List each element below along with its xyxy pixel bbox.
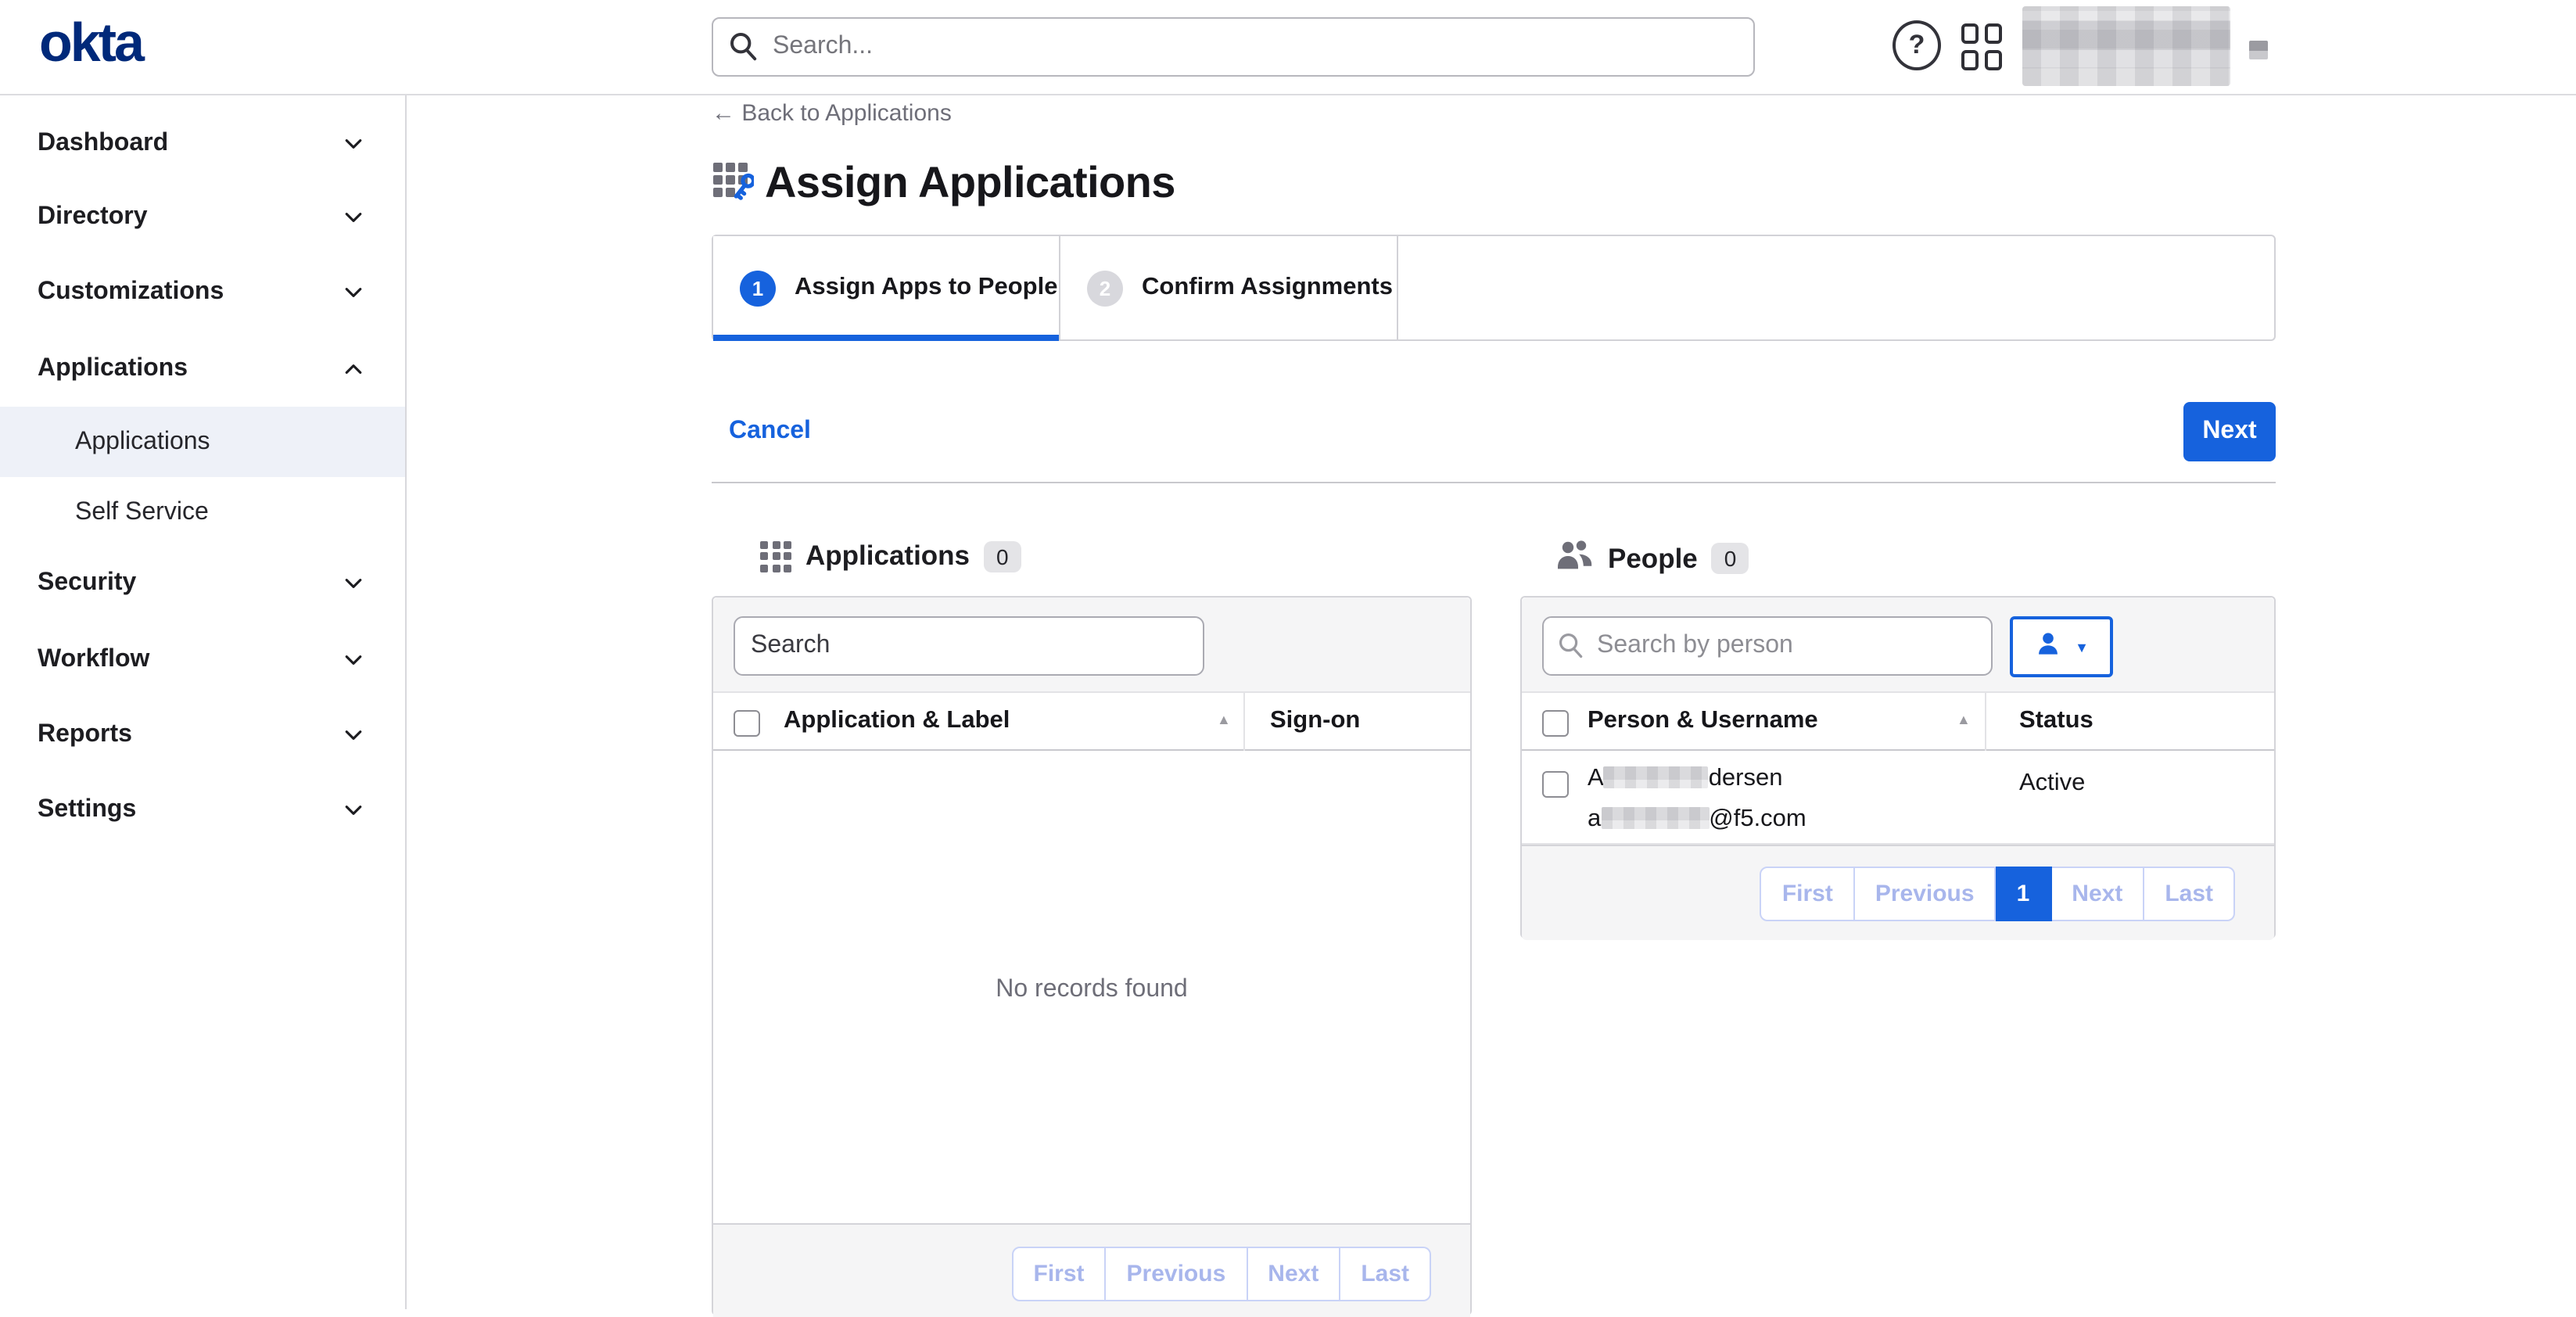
caret-down-icon: ▼ [2075, 639, 2089, 655]
app-switcher-icon[interactable] [1961, 23, 2005, 70]
people-search [1542, 616, 1993, 676]
page-title-row: Assign Applications [712, 158, 1175, 208]
chevron-down-icon [343, 282, 364, 311]
pagination-first-button[interactable]: First [1760, 867, 1855, 921]
sidebar-subitem-self-service[interactable]: Self Service [0, 477, 405, 547]
tab-confirm-assignments[interactable]: 2 Confirm Assignments [1060, 236, 1398, 339]
step-1-badge: 1 [740, 270, 776, 306]
pagination-next-button[interactable]: Next [1247, 1247, 1340, 1301]
page-title: Assign Applications [765, 158, 1175, 208]
people-count-badge: 0 [1712, 543, 1749, 574]
chevron-up-icon [343, 358, 364, 388]
sidebar-item-reports[interactable]: Reports [0, 698, 405, 773]
sort-ascending-icon[interactable]: ▲ [1957, 712, 1971, 727]
pagination-first-button[interactable]: First [1012, 1247, 1107, 1301]
chevron-down-icon [343, 206, 364, 236]
pagination-previous-button[interactable]: Previous [1855, 867, 1997, 921]
assign-applications-icon [712, 158, 754, 208]
redacted-name-segment [1604, 766, 1709, 788]
people-panel: ▼ Person & Username ▲ Status Adersen a@f… [1520, 596, 2276, 938]
chevron-down-icon [343, 649, 364, 679]
people-filter-dropdown[interactable]: ▼ [2010, 616, 2113, 677]
sidebar-item-customizations[interactable]: Customizations [0, 255, 405, 330]
sidebar-item-workflow[interactable]: Workflow [0, 623, 405, 698]
applications-search-strip [713, 597, 1470, 693]
people-select-all-checkbox[interactable] [1542, 710, 1569, 737]
search-icon [729, 31, 759, 69]
chevron-down-icon [343, 799, 364, 829]
redacted-username-segment [1601, 807, 1709, 829]
global-search [712, 17, 1755, 77]
global-search-input[interactable] [712, 17, 1755, 77]
people-icon [1556, 538, 1594, 579]
people-search-strip: ▼ [1522, 597, 2274, 693]
sidebar-item-directory[interactable]: Directory [0, 180, 405, 255]
column-sign-on: Sign-on [1270, 707, 1360, 735]
applications-table-header: Application & Label ▲ Sign-on [713, 693, 1470, 751]
wizard-steps: 1 Assign Apps to People 2 Confirm Assign… [712, 235, 2276, 341]
chevron-down-icon [343, 572, 364, 602]
search-icon [1558, 632, 1584, 666]
back-to-applications-link[interactable]: ← Back to Applications [712, 100, 952, 127]
applications-search [734, 616, 1204, 676]
applications-panel-footer: First Previous Next Last [713, 1223, 1470, 1317]
person-row[interactable]: Adersen a@f5.com Active [1522, 751, 2274, 845]
no-records-message: No records found [713, 976, 1470, 1004]
help-icon[interactable]: ? [1893, 20, 1941, 70]
pagination-page-1-button[interactable]: 1 [1997, 867, 2052, 921]
user-menu-caret-icon[interactable] [2249, 41, 2268, 59]
column-application-label[interactable]: Application & Label [784, 707, 1010, 735]
pagination-previous-button[interactable]: Previous [1107, 1247, 1248, 1301]
applications-panel: Application & Label ▲ Sign-on No records… [712, 596, 1472, 1315]
next-button[interactable]: Next [2183, 402, 2276, 461]
column-person-username[interactable]: Person & Username [1588, 707, 1818, 735]
column-divider [1985, 693, 1986, 751]
chevron-down-icon [343, 724, 364, 754]
applications-count-badge: 0 [984, 540, 1021, 572]
user-menu-redacted[interactable] [2022, 6, 2230, 86]
top-bar: okta ? [0, 0, 2576, 95]
divider [712, 482, 2276, 483]
people-search-input[interactable] [1542, 616, 1993, 676]
applications-grid-icon [760, 540, 791, 572]
column-divider [1243, 693, 1245, 751]
person-icon [2034, 630, 2061, 664]
sidebar-item-settings[interactable]: Settings [0, 773, 405, 848]
tab-assign-apps-to-people[interactable]: 1 Assign Apps to People [713, 236, 1060, 339]
step-2-badge: 2 [1087, 270, 1123, 306]
sort-ascending-icon[interactable]: ▲ [1217, 712, 1231, 727]
person-status: Active [2019, 770, 2085, 798]
okta-logo[interactable]: okta [39, 13, 142, 75]
people-section-header: People 0 [1556, 538, 1749, 579]
sidebar-item-security[interactable]: Security [0, 546, 405, 621]
applications-search-input[interactable] [734, 616, 1204, 676]
sidebar-subitem-applications[interactable]: Applications [0, 407, 405, 477]
pagination-last-button[interactable]: Last [2144, 867, 2235, 921]
cancel-link[interactable]: Cancel [729, 418, 811, 446]
sidebar-item-applications[interactable]: Applications [0, 332, 405, 407]
column-status: Status [2019, 707, 2093, 735]
people-panel-footer: First Previous 1 Next Last [1522, 845, 2274, 940]
person-name: Adersen [1588, 765, 1783, 793]
pagination-last-button[interactable]: Last [1340, 1247, 1431, 1301]
applications-pagination: First Previous Next Last [1012, 1247, 1432, 1301]
people-pagination: First Previous 1 Next Last [1760, 867, 2235, 921]
pagination-next-button[interactable]: Next [2051, 867, 2144, 921]
sidebar-item-dashboard[interactable]: Dashboard [0, 106, 405, 181]
person-username: a@f5.com [1588, 806, 1806, 834]
applications-select-all-checkbox[interactable] [734, 710, 760, 737]
sidebar-nav: Dashboard Directory Customizations Appli… [0, 95, 407, 1309]
applications-section-header: Applications 0 [760, 540, 1021, 572]
person-row-checkbox[interactable] [1542, 771, 1569, 798]
people-table-header: Person & Username ▲ Status [1522, 693, 2274, 751]
chevron-down-icon [343, 133, 364, 163]
